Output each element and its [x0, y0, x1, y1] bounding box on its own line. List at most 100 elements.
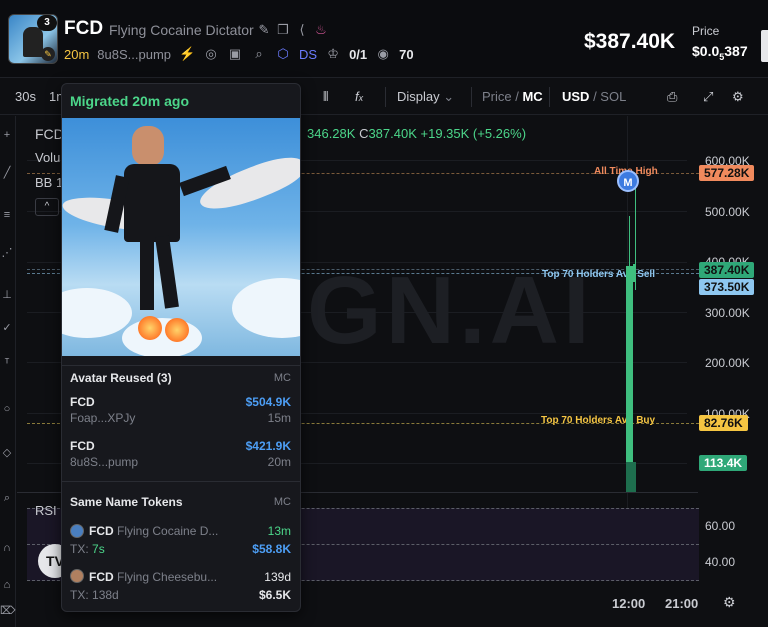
suit-body	[124, 164, 180, 242]
time-tick: 21:00	[665, 596, 699, 611]
same-name-tx: TX: 7s	[70, 542, 105, 556]
head	[132, 126, 164, 166]
same-name-age: 13m	[267, 524, 291, 538]
ohlc-readout: 346.28K C387.40K +19.35K (+5.26%)	[307, 126, 526, 141]
volume-legend: Volu	[35, 150, 61, 165]
token-mini-avatar	[70, 569, 84, 583]
interval-30s[interactable]: 30s	[15, 89, 36, 104]
tx-value: 138d	[92, 588, 119, 602]
token-mini-avatar	[70, 524, 84, 538]
pump-leaf-icon: ⚡	[179, 46, 196, 61]
display-label: Display	[397, 89, 440, 104]
price-value: $0.05387	[692, 43, 748, 62]
camera-icon[interactable]: ⎙	[667, 89, 677, 105]
token-address[interactable]: 8u8S...pump	[97, 47, 171, 62]
text-icon[interactable]: ᵀ	[0, 356, 14, 370]
avatar-row-age: 20m	[267, 455, 291, 469]
price-suffix: 387	[724, 43, 748, 59]
flame-icon: ♨	[315, 22, 327, 37]
fib-icon[interactable]: ≡	[0, 208, 14, 222]
token-name: Flying Cocaine Dictator	[109, 22, 254, 38]
toggle-slash: /	[511, 89, 523, 104]
ohlc-close: 387.40K	[368, 126, 417, 141]
price-option[interactable]: Price	[482, 89, 512, 104]
cloud	[122, 318, 202, 356]
ds-label[interactable]: DS	[299, 47, 317, 62]
price-prefix: $0.0	[692, 43, 720, 59]
token-info-popup: Migrated 20m ago Avatar Reused (3) MC FC…	[61, 83, 301, 612]
avatar-row-symbol: FCD	[70, 395, 95, 409]
toolbar-divider	[385, 87, 386, 107]
display-dropdown[interactable]: Display ⌄	[397, 89, 454, 105]
candle	[633, 264, 636, 282]
price-label: Price	[692, 24, 720, 38]
prediction-icon[interactable]: ⊥	[0, 288, 14, 302]
dex-icon[interactable]: ⬡	[275, 46, 291, 62]
volume-bar	[626, 462, 634, 492]
crown-icon: ♔	[327, 46, 339, 61]
brush-icon[interactable]: ✓	[0, 321, 14, 335]
share-icon[interactable]: ⟨	[294, 22, 310, 38]
collapse-legend-button[interactable]: ^	[35, 198, 59, 216]
tx-label: TX:	[70, 542, 89, 556]
website-icon[interactable]: ◎	[203, 46, 219, 62]
emoji-icon[interactable]: ○	[0, 402, 14, 416]
same-name-mc: $6.5K	[258, 588, 291, 602]
rsi-tick: 60.00	[705, 519, 736, 533]
avatar-row-address: Foap...XPJy	[70, 411, 136, 425]
edit-avatar-icon[interactable]: ✎	[41, 47, 55, 61]
same-name-symbol: FCD	[89, 570, 114, 584]
edit-icon[interactable]: ✎	[256, 22, 272, 38]
token-header: 3 ✎ FCD Flying Cocaine Dictator ✎ ❐ ⟨ ♨ …	[0, 0, 768, 78]
volume-tag: 113.4K	[699, 455, 748, 471]
current-mc-tag: 387.40K	[699, 262, 755, 278]
candle-type-icon[interactable]: ⫴	[323, 89, 328, 105]
toggle-slash: /	[589, 89, 601, 104]
currency-toggle[interactable]: USD / SOL	[562, 89, 626, 104]
time-tick: 12:00	[612, 596, 646, 611]
axis-settings-icon[interactable]: ⚙	[723, 594, 736, 611]
holders-count: 0/1	[349, 46, 368, 62]
side-panel-tab[interactable]	[761, 30, 768, 62]
search-icon[interactable]: ⌕	[251, 46, 267, 62]
pattern-icon[interactable]: ⋰	[0, 246, 14, 260]
volume-bar	[634, 462, 636, 492]
toolbar-divider	[549, 87, 550, 107]
magnet-icon[interactable]: ∩	[0, 541, 14, 555]
market-cap: $387.40K	[584, 30, 676, 53]
avg-sell-label: Top 70 Holders Avg Sell	[542, 269, 655, 280]
same-name-fullname: Flying Cheesebu...	[117, 570, 218, 584]
zoom-icon[interactable]: ⌕	[0, 491, 14, 505]
axis-tick: 300.00K	[705, 306, 750, 320]
axis-tick: 200.00K	[705, 356, 750, 370]
crosshair-icon[interactable]: +	[0, 128, 14, 142]
cloud	[232, 278, 300, 338]
trash-icon[interactable]: ⌦	[0, 604, 16, 618]
copy-icon[interactable]: ❐	[275, 22, 291, 38]
trend-line-icon[interactable]: ╱	[0, 166, 14, 180]
same-name-title: Same Name Tokens	[70, 495, 183, 509]
right-jet-flame	[165, 318, 189, 342]
avatar-row-mc: $504.9K	[245, 395, 291, 409]
same-name-age: 139d	[264, 570, 291, 584]
avatar-reused-title: Avatar Reused (3)	[70, 371, 172, 385]
divider	[62, 481, 300, 482]
toolbar-divider	[471, 87, 472, 107]
token-avatar[interactable]: 3 ✎	[8, 14, 58, 64]
chat-icon[interactable]: ▣	[227, 46, 243, 62]
usd-option[interactable]: USD	[562, 89, 589, 104]
fullscreen-icon[interactable]: ⤢	[703, 89, 713, 105]
token-symbol: FCD	[64, 18, 104, 39]
avatar-row-symbol: FCD	[70, 439, 95, 453]
indicators-icon[interactable]: fx	[355, 89, 363, 104]
same-name-row-title: FCD Flying Cheesebu...	[89, 570, 217, 584]
sol-option[interactable]: SOL	[600, 89, 626, 104]
migration-marker[interactable]: M	[617, 170, 639, 192]
ath-tag: 577.28K	[699, 165, 755, 181]
ruler-icon[interactable]: ◇	[0, 446, 14, 460]
avatar-figure	[23, 27, 43, 57]
price-mc-toggle[interactable]: Price / MC	[482, 89, 543, 104]
lock-icon[interactable]: ⌂	[0, 578, 14, 592]
mc-option[interactable]: MC	[522, 89, 542, 104]
settings-icon[interactable]: ⚙	[732, 89, 744, 105]
